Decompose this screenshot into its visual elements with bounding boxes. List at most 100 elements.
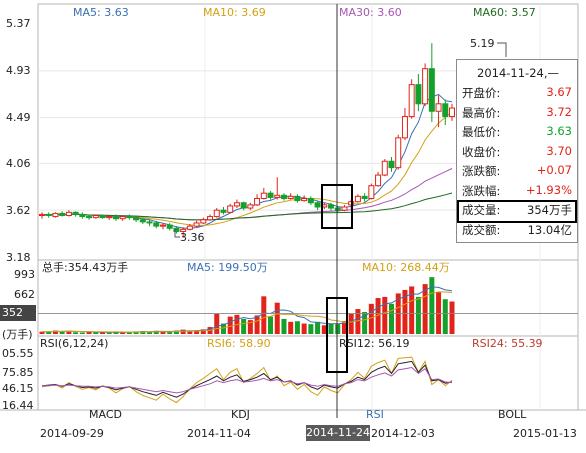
candle-body bbox=[247, 204, 254, 209]
volume-bar bbox=[335, 324, 341, 334]
info-row: 成交额: 13.04亿 bbox=[462, 222, 572, 241]
info-row: 最高价: 3.72 bbox=[462, 105, 572, 124]
candle-body bbox=[146, 221, 153, 224]
volume-bar bbox=[274, 302, 280, 334]
volume-bar bbox=[73, 332, 79, 334]
rsi-tick: 46.15 bbox=[2, 382, 34, 395]
volume-bar bbox=[254, 315, 260, 334]
volume-ma5: MA5: 199.50万 bbox=[187, 261, 268, 274]
info-label: 涨跌幅: bbox=[462, 183, 501, 198]
volume-bar bbox=[368, 303, 374, 334]
volume-bar bbox=[227, 316, 233, 334]
candle-body bbox=[65, 211, 72, 217]
high-price-label: 5.19 bbox=[470, 37, 495, 50]
ma30-line bbox=[41, 168, 453, 221]
candle-body bbox=[106, 216, 113, 219]
candle-body bbox=[415, 84, 422, 105]
candles-layer bbox=[39, 43, 455, 238]
volume-bar bbox=[429, 277, 435, 334]
candle-body bbox=[341, 206, 348, 211]
info-value: 3.67 bbox=[546, 85, 572, 99]
volume-bar bbox=[442, 299, 448, 334]
info-label: 最高价: bbox=[462, 105, 501, 120]
cursor-date: 2014-11-24 bbox=[306, 425, 370, 441]
candle-body bbox=[401, 116, 408, 139]
volume-bar bbox=[261, 296, 267, 334]
rsi-legend: RSI(6,12,24) RSI6: 58.90 RSI12: 56.19 RS… bbox=[40, 337, 543, 350]
volume-bar bbox=[93, 332, 99, 334]
candle-body bbox=[39, 213, 45, 217]
rsi6-legend: RSI6: 58.90 bbox=[207, 337, 271, 350]
candle-body bbox=[119, 216, 126, 220]
candle-body bbox=[213, 209, 220, 218]
info-value: 13.04亿 bbox=[527, 222, 572, 237]
volume-bar bbox=[301, 323, 307, 334]
candle-body bbox=[200, 219, 207, 224]
candle-body bbox=[233, 202, 240, 207]
tab-kdj[interactable]: KDJ bbox=[231, 408, 250, 421]
info-date: 2014-11-24,— bbox=[477, 66, 559, 80]
candle-body bbox=[159, 224, 166, 227]
info-row: 涨跌幅: +1.93% bbox=[462, 183, 572, 202]
date-tick: 2015-01-13 bbox=[513, 427, 577, 440]
rsi-title: RSI(6,12,24) bbox=[40, 337, 108, 350]
candle-body bbox=[301, 197, 308, 202]
candle-body bbox=[381, 160, 388, 176]
volume-total: 总手:354.43万手 bbox=[42, 260, 128, 274]
price-axis: 5.37 4.93 4.49 4.06 3.62 3.18 bbox=[6, 17, 31, 264]
candle-body bbox=[153, 222, 160, 227]
tab-rsi[interactable]: RSI bbox=[366, 408, 384, 421]
rsi-axis: 05.55 75.85 46.15 16.44 bbox=[2, 347, 34, 412]
info-label: 收盘价: bbox=[462, 144, 501, 159]
candle-body bbox=[52, 212, 59, 218]
ma60-legend: MA60: 3.57 bbox=[473, 6, 536, 19]
candle-body bbox=[72, 211, 79, 215]
info-row: 开盘价: 3.67 bbox=[462, 85, 572, 104]
volume-legend: 总手:354.43万手 MA5: 199.50万 MA10: 268.44万 bbox=[42, 260, 450, 274]
candle-body bbox=[435, 103, 442, 112]
volume-bar bbox=[214, 313, 220, 334]
tab-macd[interactable]: MACD bbox=[89, 408, 122, 421]
info-row: 涨跌额: +0.07 bbox=[462, 163, 572, 182]
candle-body bbox=[220, 209, 227, 213]
candle-body bbox=[375, 174, 382, 187]
candle-body bbox=[449, 107, 455, 118]
volume-bar bbox=[328, 323, 334, 334]
tab-boll[interactable]: BOLL bbox=[498, 408, 527, 421]
date-tick: 2014-09-29 bbox=[40, 427, 104, 440]
info-label: 成交额: bbox=[462, 222, 501, 237]
candle-body bbox=[408, 84, 415, 118]
candle-body bbox=[287, 195, 294, 199]
ohlc-info-card: 2014-11-24,— 开盘价: 3.67 最高价: 3.72 最低价: 3.63 收盘价… bbox=[456, 59, 578, 243]
low-price-label: 3.36 bbox=[180, 231, 205, 244]
volume-bar bbox=[436, 292, 442, 334]
candle-body bbox=[207, 216, 214, 221]
price-tick: 3.62 bbox=[6, 204, 31, 217]
candle-body bbox=[79, 213, 86, 218]
candle-body bbox=[442, 103, 449, 118]
candle-body bbox=[254, 197, 261, 206]
candle-body bbox=[422, 68, 429, 105]
volume-ma10: MA10: 268.44万 bbox=[362, 261, 450, 274]
ma30-legend: MA30: 3.60 bbox=[339, 6, 402, 19]
volume-tick: 662 bbox=[14, 288, 35, 301]
rsi12-line bbox=[41, 360, 453, 398]
date-tick: 2014-11-04 bbox=[187, 427, 251, 440]
candle-body bbox=[193, 222, 200, 227]
volume-bar bbox=[241, 318, 247, 334]
candle-body bbox=[186, 225, 193, 230]
info-row: 收盘价: 3.70 bbox=[462, 144, 572, 163]
info-label: 涨跌额: bbox=[462, 164, 501, 178]
info-value: 354万手 bbox=[527, 203, 572, 217]
rsi-tick: 16.44 bbox=[2, 399, 34, 412]
candle-body bbox=[314, 202, 321, 208]
candle-body bbox=[280, 194, 287, 199]
candle-body bbox=[86, 216, 93, 219]
candle-body bbox=[92, 215, 99, 219]
info-value: +1.93% bbox=[525, 182, 572, 197]
info-value: 3.63 bbox=[546, 124, 572, 138]
info-label: 最低价: bbox=[462, 125, 501, 139]
candle-body bbox=[307, 197, 314, 204]
volume-bars-layer bbox=[38, 277, 578, 334]
volume-bar bbox=[308, 324, 314, 334]
